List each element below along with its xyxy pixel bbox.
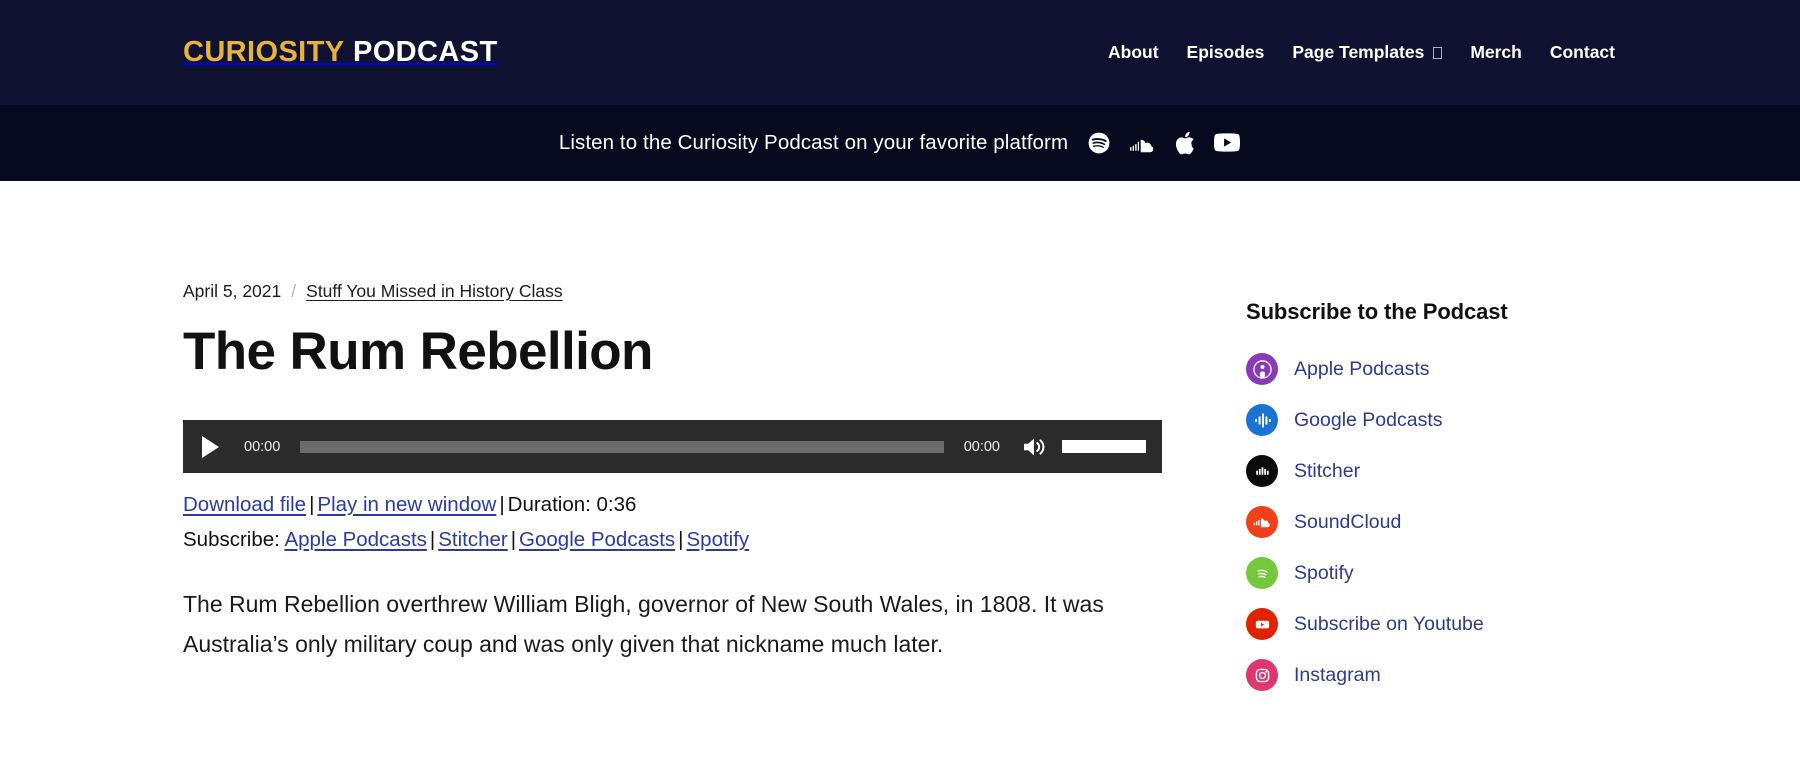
nav-label: Merch <box>1470 42 1522 62</box>
play-button[interactable] <box>202 435 219 458</box>
stitcher-icon <box>1246 455 1278 487</box>
link-separator: | <box>429 528 436 552</box>
sidebar-item-label: Subscribe on Youtube <box>1294 612 1484 635</box>
sidebar-item-instagram[interactable]: Instagram <box>1246 659 1643 691</box>
sidebar-item-apple-podcasts[interactable]: Apple Podcasts <box>1246 353 1643 385</box>
list-item: Google Podcasts <box>1246 404 1643 436</box>
post-body-text: The Rum Rebellion overthrew William Blig… <box>183 590 1104 658</box>
play-new-window-link[interactable]: Play in new window <box>317 493 496 516</box>
audio-duration: Duration: 0:36 <box>507 493 637 517</box>
post-category-link[interactable]: Stuff You Missed in History Class <box>306 281 562 302</box>
logo-primary-text: CURIOSITY <box>183 36 345 68</box>
apple-podcasts-icon <box>1246 353 1278 385</box>
sidebar-item-spotify[interactable]: Spotify <box>1246 557 1643 589</box>
audio-links-row-1: Download file | Play in new window | Duratio… <box>183 488 1163 521</box>
post-date: April 5, 2021 <box>183 281 282 301</box>
spotify-icon[interactable] <box>1087 131 1111 155</box>
sidebar-title: Subscribe to the Podcast <box>1246 299 1508 324</box>
subscribe-list: Apple Podcasts Google Podcasts Stitcher <box>1246 353 1643 691</box>
site-header: CURIOSITY PODCAST About Episodes Page Te… <box>0 0 1800 105</box>
soundcloud-icon <box>1246 506 1278 538</box>
sidebar-item-google-podcasts[interactable]: Google Podcasts <box>1246 404 1643 436</box>
sidebar-item-stitcher[interactable]: Stitcher <box>1246 455 1643 487</box>
sidebar-item-label: Google Podcasts <box>1294 408 1443 431</box>
list-item: Apple Podcasts <box>1246 353 1643 385</box>
list-item: SoundCloud <box>1246 506 1643 538</box>
sidebar-item-label: SoundCloud <box>1294 510 1402 533</box>
list-item: Instagram <box>1246 659 1643 691</box>
page-wrapper: April 5, 2021 / Stuff You Missed in Hist… <box>0 181 1800 710</box>
audio-total-time: 00:00 <box>963 438 1000 455</box>
audio-links: Download file | Play in new window | Duratio… <box>183 488 1163 556</box>
link-separator: | <box>678 528 684 552</box>
nav-item-page-templates[interactable]: Page Templates <box>1292 42 1443 63</box>
sidebar: Subscribe to the Podcast Apple Podcasts … <box>1163 181 1643 710</box>
sidebar-item-youtube[interactable]: Subscribe on Youtube <box>1246 608 1643 640</box>
youtube-icon <box>1246 608 1278 640</box>
site-logo[interactable]: CURIOSITY PODCAST <box>183 36 498 69</box>
logo-secondary-text: PODCAST <box>352 36 498 68</box>
nav-item-episodes[interactable]: Episodes <box>1187 42 1265 63</box>
youtube-icon[interactable] <box>1213 132 1241 154</box>
link-separator: | <box>309 493 315 517</box>
subscribe-link-stitcher[interactable]: Stitcher <box>438 528 508 551</box>
subscribe-link-google-podcasts[interactable]: Google Podcasts <box>519 528 675 551</box>
nav-item-contact[interactable]: Contact <box>1550 42 1615 63</box>
nav-label: Contact <box>1549 42 1615 62</box>
audio-links-row-2: Subscribe: Apple Podcasts | Stitcher | Googl… <box>183 523 1163 556</box>
subscribe-link-spotify[interactable]: Spotify <box>687 528 750 551</box>
link-separator: | <box>510 528 517 552</box>
sidebar-item-label: Stitcher <box>1294 459 1361 482</box>
nav-item-about[interactable]: About <box>1108 42 1159 63</box>
platform-bar: Listen to the Curiosity Podcast on your … <box>0 105 1800 181</box>
spotify-icon <box>1246 557 1278 589</box>
audio-player[interactable]: 00:00 00:00 <box>183 420 1162 474</box>
nav-label: About <box>1108 42 1159 62</box>
list-item: Subscribe on Youtube <box>1246 608 1643 640</box>
audio-current-time: 00:00 <box>244 438 281 455</box>
list-item: Spotify <box>1246 557 1643 589</box>
sidebar-item-label: Spotify <box>1294 561 1354 584</box>
subscribe-label: Subscribe: <box>183 528 280 552</box>
apple-icon[interactable] <box>1175 131 1195 155</box>
platform-bar-icons <box>1087 131 1241 155</box>
google-podcasts-icon <box>1246 404 1278 436</box>
chevron-down-icon <box>1433 46 1443 59</box>
main-navigation: About Episodes Page Templates Merch Cont… <box>1108 42 1615 63</box>
download-file-link[interactable]: Download file <box>183 493 306 516</box>
platform-bar-text: Listen to the Curiosity Podcast on your … <box>558 131 1069 154</box>
link-separator: | <box>499 493 505 517</box>
audio-progress-bar[interactable] <box>300 440 944 453</box>
instagram-icon <box>1246 659 1278 691</box>
nav-label: Page Templates <box>1292 42 1425 62</box>
nav-label: Episodes <box>1186 42 1265 62</box>
sidebar-item-label: Apple Podcasts <box>1294 357 1430 380</box>
post-meta-separator: / <box>291 281 297 301</box>
mute-button[interactable] <box>1022 436 1048 458</box>
sidebar-item-soundcloud[interactable]: SoundCloud <box>1246 506 1643 538</box>
volume-slider[interactable] <box>1062 440 1146 454</box>
post-meta: April 5, 2021 / Stuff You Missed in Hist… <box>183 281 1163 302</box>
list-item: Stitcher <box>1246 455 1643 487</box>
main-content: April 5, 2021 / Stuff You Missed in Hist… <box>183 181 1163 710</box>
sidebar-item-label: Instagram <box>1294 663 1381 686</box>
nav-item-merch[interactable]: Merch <box>1470 42 1522 63</box>
page-title: The Rum Rebellion <box>183 322 653 381</box>
subscribe-link-apple-podcasts[interactable]: Apple Podcasts <box>284 528 426 551</box>
soundcloud-icon[interactable] <box>1129 133 1157 153</box>
